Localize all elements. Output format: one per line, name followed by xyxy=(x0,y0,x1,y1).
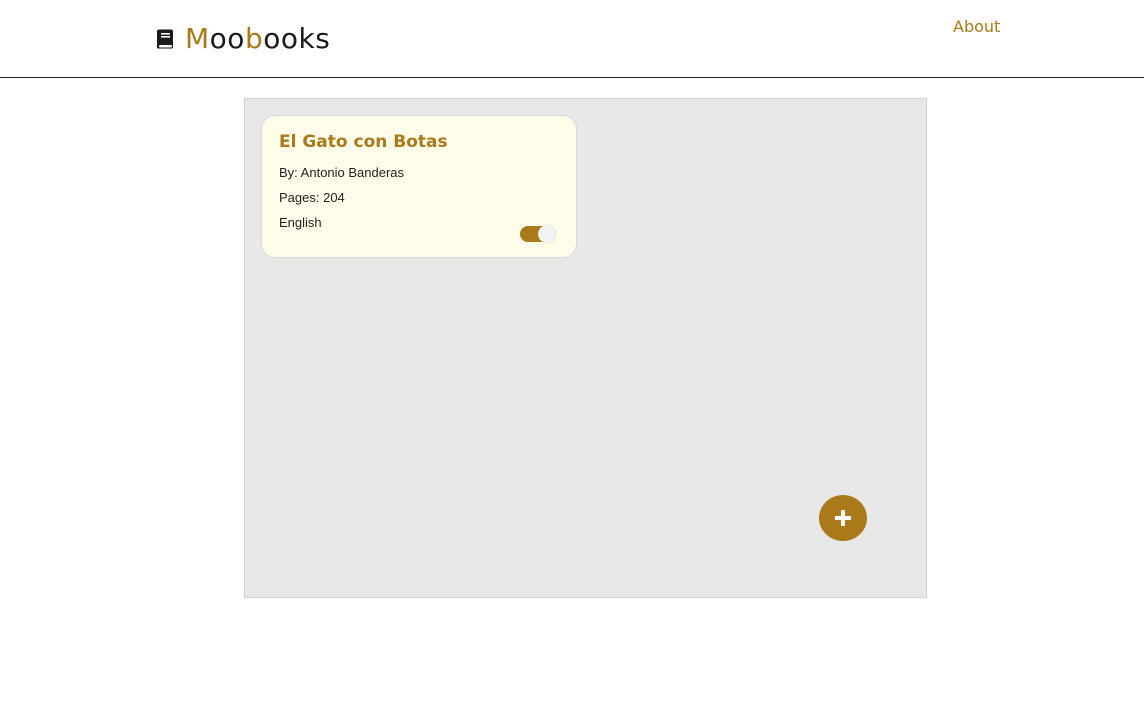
book-icon xyxy=(157,29,173,49)
nav-about-link[interactable]: About xyxy=(953,17,1000,36)
book-card: El Gato con Botas By: Antonio Banderas P… xyxy=(261,115,577,258)
book-pages: Pages: 204 xyxy=(279,190,345,205)
brand-name: Moobooks xyxy=(185,22,331,55)
toggle-knob xyxy=(538,225,556,243)
add-book-button[interactable] xyxy=(819,495,867,541)
book-language: English xyxy=(279,215,322,230)
read-status-toggle[interactable] xyxy=(520,225,556,243)
book-title: El Gato con Botas xyxy=(279,132,448,152)
brand-logo[interactable]: Moobooks xyxy=(156,20,330,58)
book-board: El Gato con Botas By: Antonio Banderas P… xyxy=(244,98,927,598)
site-header: Moobooks About xyxy=(0,0,1144,78)
plus-icon xyxy=(835,510,851,526)
book-author: By: Antonio Banderas xyxy=(279,165,405,180)
